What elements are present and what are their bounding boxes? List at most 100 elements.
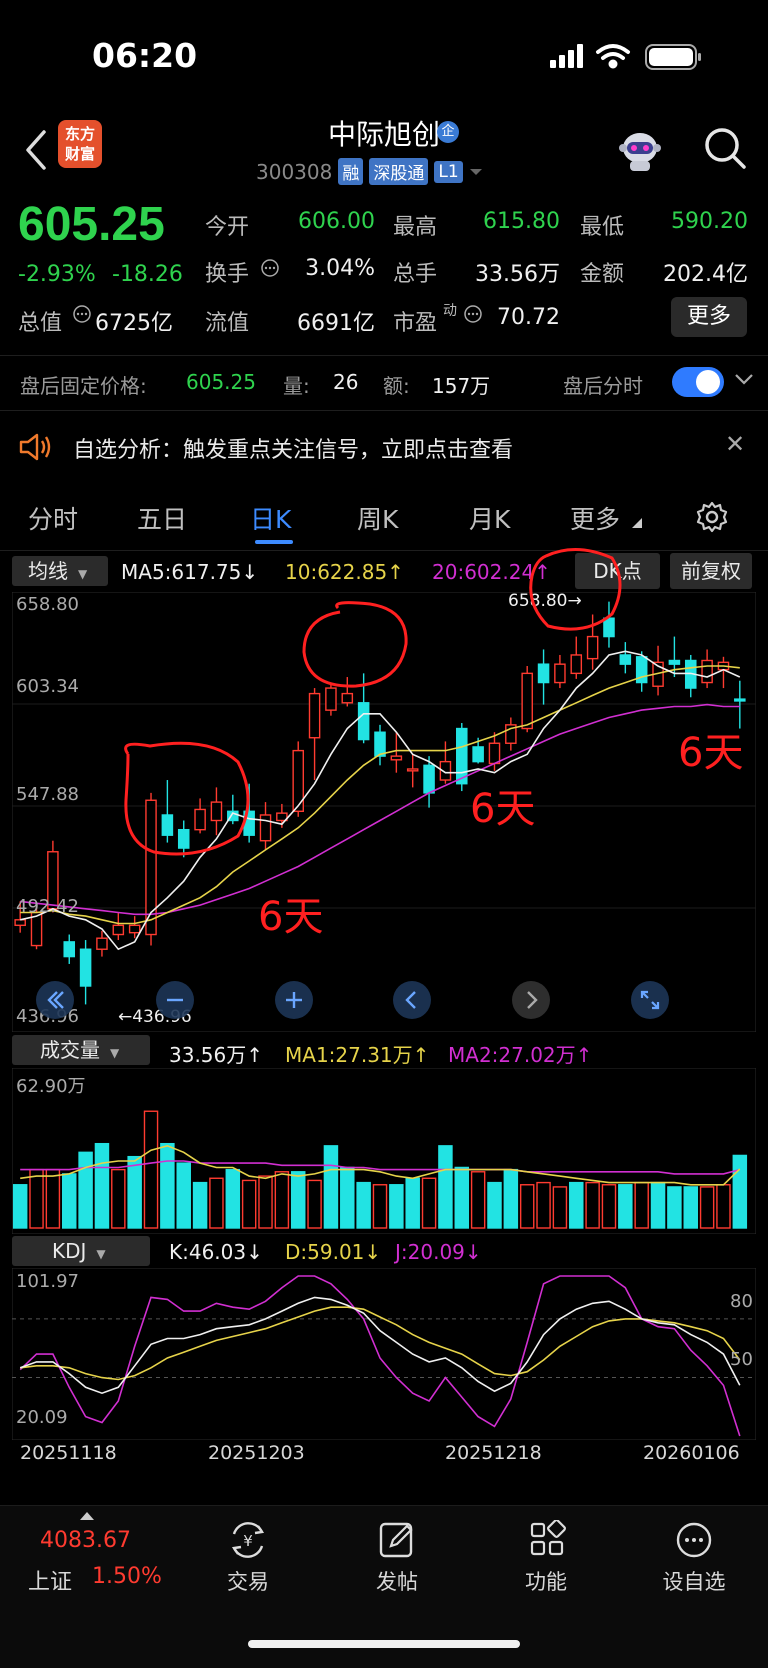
tab-five-day[interactable]: 五日 xyxy=(137,500,187,536)
robot-assistant-icon[interactable] xyxy=(616,128,664,176)
volume-label: 总手 xyxy=(393,262,438,287)
volume-bar xyxy=(258,1175,273,1229)
volume-bar xyxy=(438,1145,453,1229)
kdj-k-line xyxy=(19,1296,741,1395)
candle-body xyxy=(537,663,550,684)
scroll-right-icon[interactable] xyxy=(511,980,551,1020)
candle xyxy=(79,940,92,1005)
ma10-value: 10:622.85 xyxy=(285,560,388,584)
tab-more[interactable]: 更多 xyxy=(570,500,620,536)
candle xyxy=(374,724,386,766)
candle xyxy=(684,654,697,698)
after-hours-amt: 157万 xyxy=(432,374,491,398)
after-hours-timeshare-label: 盘后分时 xyxy=(563,374,643,398)
ma10-arrow: ↑ xyxy=(387,560,404,584)
volume-chart[interactable] xyxy=(12,1068,756,1234)
amount-label: 金额 xyxy=(580,262,625,287)
candle-body xyxy=(472,746,484,763)
kdj-selector[interactable]: KDJ ▼ xyxy=(12,1236,150,1266)
float-label: 流值 xyxy=(205,311,250,336)
adjust-button[interactable]: 前复权 xyxy=(670,553,752,589)
volume-value: 33.56万 xyxy=(475,262,560,287)
footer-functions[interactable]: 功能 xyxy=(486,1520,606,1596)
footer-trade[interactable]: ¥ 交易 xyxy=(188,1520,308,1596)
amount-value: 202.4亿 xyxy=(663,262,748,287)
volume-readout: 33.56万↑ xyxy=(169,1039,263,1068)
status-time: 06:20 xyxy=(92,36,198,75)
hand-circle-1 xyxy=(124,741,250,856)
tab-weekly-k[interactable]: 周K xyxy=(357,500,398,536)
more-button[interactable]: 更多 xyxy=(671,297,747,337)
volume-bar xyxy=(160,1142,175,1229)
volume-bar xyxy=(94,1142,110,1229)
search-icon[interactable] xyxy=(702,125,748,171)
battery-icon xyxy=(645,44,701,70)
volume-selector[interactable]: 成交量 ▼ xyxy=(12,1035,150,1065)
kdj-d-value: D:59.01 xyxy=(285,1240,365,1264)
footer-add-watch[interactable]: 设自选 xyxy=(634,1520,754,1596)
volume-bar xyxy=(12,1184,28,1229)
volume-bar xyxy=(683,1186,698,1229)
expand-up-icon[interactable] xyxy=(80,1510,94,1520)
volume-bar xyxy=(519,1184,535,1229)
hand-circle-2 xyxy=(302,601,408,688)
fullscreen-icon[interactable] xyxy=(630,980,670,1020)
volume-bar xyxy=(650,1181,666,1229)
volume-bar xyxy=(716,1184,731,1229)
volume-bar xyxy=(454,1166,470,1229)
candle-body xyxy=(79,948,92,987)
low-label: 最低 xyxy=(580,215,625,240)
tab-monthly-k[interactable]: 月K xyxy=(469,500,510,536)
volume-bar xyxy=(634,1181,649,1229)
volume-bar xyxy=(470,1171,486,1229)
candle-body xyxy=(456,727,468,785)
high-label: 最高 xyxy=(393,215,438,240)
scroll-left-icon[interactable] xyxy=(392,980,432,1020)
volume-arrow: ↑ xyxy=(246,1043,264,1067)
turnover-value: 3.04% xyxy=(305,256,375,281)
candle-body xyxy=(488,742,501,765)
alert-text: 自选分析：触发重点关注信号，立即点击查看 xyxy=(73,438,514,463)
vol-ma1-readout: MA1:27.31万↑ xyxy=(285,1039,429,1068)
candle xyxy=(537,649,550,705)
jump-back-icon[interactable] xyxy=(35,980,75,1020)
toggle-knob xyxy=(696,370,720,394)
x-date-3: 20251218 xyxy=(445,1442,542,1464)
close-icon[interactable]: ✕ xyxy=(725,430,745,458)
kdj-selector-label: KDJ xyxy=(52,1239,87,1263)
kdj-chart[interactable] xyxy=(12,1268,756,1440)
zoom-in-icon[interactable] xyxy=(274,980,314,1020)
index-name: 上证 xyxy=(28,1570,73,1595)
last-price: 605.25 xyxy=(18,198,165,251)
volume-bar xyxy=(552,1186,568,1229)
settings-gear-icon[interactable] xyxy=(695,500,729,534)
kdj-k-arrow: ↓ xyxy=(246,1240,263,1264)
volume-bar xyxy=(699,1186,715,1229)
after-hours-amt-label: 额: xyxy=(383,374,410,398)
candle xyxy=(308,688,321,781)
footer-functions-label: 功能 xyxy=(525,1570,567,1594)
volume-value: 33.56万 xyxy=(169,1043,247,1067)
tab-daily-k[interactable]: 日K xyxy=(250,500,291,536)
stock-name-text: 中际旭创 xyxy=(327,118,440,151)
volume-bar xyxy=(274,1171,290,1229)
zoom-out-icon[interactable] xyxy=(155,980,195,1020)
stock-subline[interactable]: 300308 融 深股通 L1 xyxy=(256,158,483,185)
index-value[interactable]: 4083.67 xyxy=(40,1528,131,1553)
low-value: 590.20 xyxy=(671,209,748,234)
volume-bar xyxy=(241,1179,257,1229)
open-label: 今开 xyxy=(205,215,250,240)
tab-timeshare[interactable]: 分时 xyxy=(28,500,78,536)
footer-add-watch-label: 设自选 xyxy=(662,1570,726,1594)
candle-body xyxy=(374,731,386,757)
candle xyxy=(619,642,632,674)
chevron-down-icon[interactable] xyxy=(734,372,754,386)
candle-body xyxy=(701,659,713,684)
hand-circle-3 xyxy=(529,547,622,631)
info-dots-icon[interactable] xyxy=(72,304,92,324)
ma-selector[interactable]: 均线 ▼ xyxy=(12,556,108,586)
volume-bar xyxy=(372,1184,388,1229)
footer-post[interactable]: 发帖 xyxy=(337,1520,457,1596)
mktcap-label: 总值 xyxy=(18,311,63,336)
svg-text:¥: ¥ xyxy=(243,1532,253,1550)
